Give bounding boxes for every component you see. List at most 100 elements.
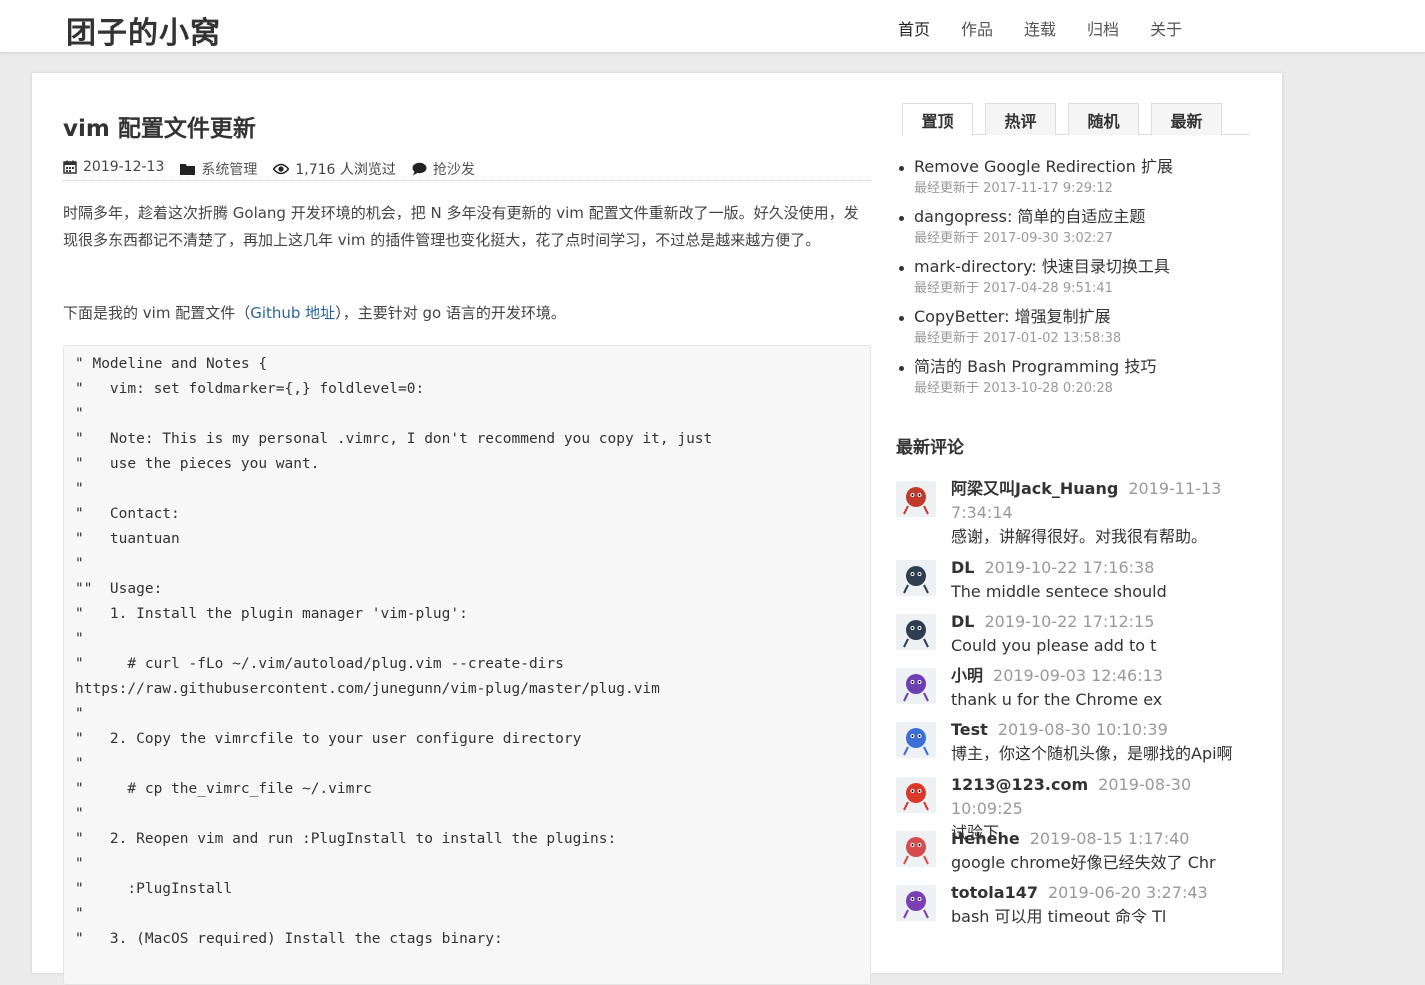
post-link[interactable]: mark-directory: 快速目录切换工具 <box>914 255 1252 279</box>
calendar-icon <box>63 160 77 174</box>
avatar[interactable] <box>896 560 936 596</box>
avatar[interactable] <box>896 481 936 517</box>
tab-random[interactable]: 随机 <box>1068 103 1139 135</box>
avatar[interactable] <box>896 668 936 704</box>
nav-about[interactable]: 关于 <box>1150 16 1182 40</box>
code-line: https://raw.githubusercontent.com/junegu… <box>75 681 660 697</box>
code-line: " :PlugInstall <box>75 881 233 897</box>
comment-author[interactable]: Hehehe <box>951 829 1020 848</box>
post-paragraph: 下面是我的 vim 配置文件（Github 地址），主要针对 go 语言的开发环… <box>63 304 566 322</box>
code-line: " # cp the_vimrc_file ~/.vimrc <box>75 781 372 797</box>
content-card: vim 配置文件更新 2019-12-13 系统管理 1,716 人浏览过 抢沙… <box>32 73 1282 985</box>
site-title[interactable]: 团子的小窝 <box>66 8 221 52</box>
post-category: 系统管理 <box>180 159 257 179</box>
post-link[interactable]: Remove Google Redirection 扩展 <box>914 155 1252 179</box>
github-link[interactable]: Github 地址 <box>250 304 335 322</box>
avatar[interactable] <box>896 614 936 650</box>
comment-author[interactable]: DL <box>951 558 974 577</box>
code-block[interactable]: " Modeline and Notes { " vim: set foldmar… <box>63 345 871 985</box>
avatar-icon <box>896 885 936 921</box>
avatar[interactable] <box>896 722 936 758</box>
nav-home[interactable]: 首页 <box>898 16 930 40</box>
tab-latest[interactable]: 最新 <box>1151 103 1222 135</box>
avatar[interactable] <box>896 885 936 921</box>
avatar[interactable] <box>896 777 936 813</box>
code-line: " <box>75 806 84 822</box>
comment-time: 2019-08-30 10:10:39 <box>997 720 1168 739</box>
code-line: " vim: set foldmarker={,} foldlevel=0: <box>75 381 425 397</box>
avatar-icon <box>896 614 936 650</box>
comment-text[interactable]: The middle sentece should <box>951 580 1251 604</box>
code-line: " 1. Install the plugin manager 'vim-plu… <box>75 606 468 622</box>
comment-body: DL 2019-10-22 17:16:38 The middle sentece … <box>951 556 1251 604</box>
post-intro: 时隔多年，趁着这次折腾 Golang 开发环境的机会，把 N 多年没有更新的 v… <box>63 204 859 249</box>
code-line: " <box>75 706 84 722</box>
comment-time: 2019-10-22 17:12:15 <box>984 612 1155 631</box>
post-views: 1,716 人浏览过 <box>273 159 396 179</box>
list-item: CopyBetter: 增强复制扩展 最经更新于 2017-01-02 13:58… <box>896 305 1252 355</box>
nav-archive[interactable]: 归档 <box>1087 16 1119 40</box>
list-item: 简洁的 Bash Programming 技巧 最经更新于 2013-10-28 … <box>896 355 1252 405</box>
comment-author[interactable]: DL <box>951 612 974 631</box>
comment-body: DL 2019-10-22 17:12:15 Could you please ad… <box>951 610 1251 658</box>
comment-text[interactable]: google chrome好像已经失效了 Chr <box>951 851 1251 875</box>
avatar-icon <box>896 831 936 867</box>
post-date: 2019-12-13 <box>63 159 164 175</box>
comment-body: Test 2019-08-30 10:10:39 博主，你这个随机头像，是哪找的Ap… <box>951 718 1251 766</box>
code-line: " 2. Reopen vim and run :PlugInstall to … <box>75 831 617 847</box>
avatar-icon <box>896 560 936 596</box>
code-line: " Modeline and Notes { <box>75 356 268 372</box>
post-link[interactable]: dangopress: 简单的自适应主题 <box>914 205 1252 229</box>
comment-author[interactable]: 阿梁又叫Jack_Huang <box>951 479 1118 498</box>
comment-text[interactable]: thank u for the Chrome ex <box>951 688 1251 712</box>
code-line: " 2. Copy the vimrcfile to your user con… <box>75 731 582 747</box>
pinned-post-list: Remove Google Redirection 扩展 最经更新于 2017-1… <box>896 155 1252 405</box>
eye-icon <box>273 163 290 175</box>
code-line: " use the pieces you want. <box>75 456 320 472</box>
comment-time: 2019-10-22 17:16:38 <box>984 558 1155 577</box>
post-link[interactable]: 简洁的 Bash Programming 技巧 <box>914 355 1252 379</box>
comments-link[interactable]: 抢沙发 <box>433 159 475 179</box>
list-item: mark-directory: 快速目录切换工具 最经更新于 2017-04-28… <box>896 255 1252 305</box>
post-title[interactable]: vim 配置文件更新 <box>63 109 256 143</box>
list-item: dangopress: 简单的自适应主题 最经更新于 2017-09-30 3:0… <box>896 205 1252 255</box>
main-nav: 首页 作品 连载 归档 关于 <box>898 16 1213 40</box>
comment-time: 2019-06-20 3:27:43 <box>1047 883 1208 902</box>
comment-text[interactable]: 博主，你这个随机头像，是哪找的Api啊 <box>951 742 1251 766</box>
code-line: " <box>75 906 84 922</box>
code-line: " <box>75 756 84 772</box>
tab-pinned[interactable]: 置顶 <box>902 103 973 136</box>
category-link[interactable]: 系统管理 <box>201 159 257 179</box>
nav-works[interactable]: 作品 <box>961 16 993 40</box>
folder-icon <box>180 163 196 175</box>
sidebar-tabs: 置顶 热评 随机 最新 <box>902 103 1250 136</box>
code-line: " <box>75 631 84 647</box>
comment-text[interactable]: bash 可以用 timeout 命令 Tl <box>951 905 1251 929</box>
avatar-icon <box>896 668 936 704</box>
comment-author[interactable]: 1213@123.com <box>951 775 1088 794</box>
post-link[interactable]: CopyBetter: 增强复制扩展 <box>914 305 1252 329</box>
code-line: " Note: This is my personal .vimrc, I do… <box>75 431 713 447</box>
code-line: " 3. (MacOS required) Install the ctags … <box>75 931 503 947</box>
avatar[interactable] <box>896 831 936 867</box>
comment-icon <box>412 162 427 176</box>
code-line: " <box>75 406 84 422</box>
comment-author[interactable]: totola147 <box>951 883 1038 902</box>
post-comments: 抢沙发 <box>412 159 475 179</box>
list-item: Remove Google Redirection 扩展 最经更新于 2017-1… <box>896 155 1252 205</box>
comment-author[interactable]: 小明 <box>951 666 983 685</box>
code-line: " tuantuan <box>75 531 180 547</box>
code-line: " <box>75 556 84 572</box>
comment-text[interactable]: Could you please add to t <box>951 634 1251 658</box>
tab-hot[interactable]: 热评 <box>985 103 1056 135</box>
comment-text[interactable]: 感谢，讲解得很好。对我很有帮助。 <box>951 525 1251 549</box>
code-line: " <box>75 481 84 497</box>
code-line: " # curl -fLo ~/.vim/autoload/plug.vim -… <box>75 656 564 672</box>
nav-series[interactable]: 连载 <box>1024 16 1056 40</box>
comment-author[interactable]: Test <box>951 720 988 739</box>
comment-body: 阿梁又叫Jack_Huang 2019-11-13 7:34:14 感谢，讲解得很好… <box>951 477 1251 549</box>
post-meta: 2019-12-13 系统管理 1,716 人浏览过 抢沙发 <box>63 159 871 181</box>
recent-comments-heading: 最新评论 <box>896 438 964 458</box>
comment-time: 2019-09-03 12:46:13 <box>993 666 1163 685</box>
code-line: " <box>75 856 84 872</box>
